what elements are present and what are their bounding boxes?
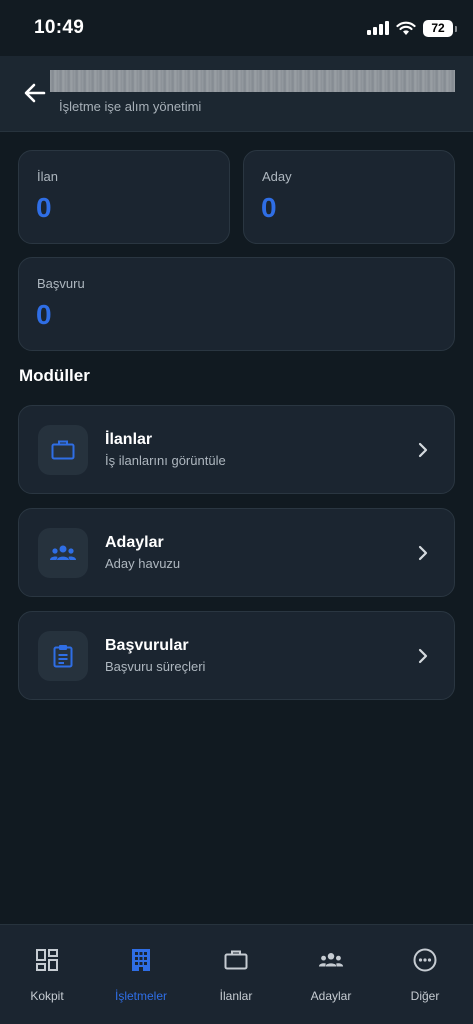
status-bar: 10:49 72 <box>0 0 473 56</box>
module-title: İlanlar <box>105 431 153 448</box>
stat-value: 0 <box>36 192 52 223</box>
stat-card-ilan: İlan 0 <box>18 150 230 244</box>
module-icon-box <box>38 631 88 681</box>
arrow-left-icon <box>24 83 46 103</box>
module-card-basvurular[interactable]: Başvurular Başvuru süreçleri <box>18 611 455 700</box>
clipboard-icon <box>53 645 73 668</box>
wifi-icon <box>396 21 416 35</box>
tab-kokpit[interactable]: Kokpit <box>0 925 94 1024</box>
stat-card-basvuru: Başvuru 0 <box>18 257 455 351</box>
stat-label: Başvuru <box>37 276 85 291</box>
page-header: İşletme işe alım yönetimi <box>0 56 473 132</box>
stat-value: 0 <box>261 192 277 223</box>
people-icon <box>318 953 344 967</box>
back-button[interactable] <box>20 78 50 108</box>
chevron-right-icon <box>418 442 428 458</box>
stat-card-aday: Aday 0 <box>243 150 455 244</box>
tab-icon-wrap <box>412 947 438 973</box>
status-icons: 72 <box>367 17 457 39</box>
status-time: 10:49 <box>34 17 85 38</box>
battery-indicator: 72 <box>423 19 457 37</box>
tab-label: İlanlar <box>219 989 253 1003</box>
tab-label: İşletmeler <box>114 989 167 1003</box>
chevron-right-icon <box>418 648 428 664</box>
module-subtitle: İş ilanlarını görüntüle <box>105 453 226 468</box>
tab-label: Adaylar <box>310 989 352 1003</box>
signal-icon <box>367 21 389 35</box>
redacted-title <box>50 70 455 92</box>
module-icon-box <box>38 528 88 578</box>
module-title: Adaylar <box>105 534 164 551</box>
stat-label: Aday <box>262 169 292 184</box>
module-subtitle: Başvuru süreçleri <box>105 659 206 674</box>
stat-label: İlan <box>37 169 58 184</box>
page-subtitle: İşletme işe alım yönetimi <box>59 99 202 114</box>
module-subtitle: Aday havuzu <box>105 556 181 571</box>
tab-diger[interactable]: Diğer <box>378 925 472 1024</box>
battery-level: 72 <box>431 21 445 35</box>
tab-ilanlar[interactable]: İlanlar <box>189 925 283 1024</box>
tab-adaylar[interactable]: Adaylar <box>284 925 378 1024</box>
tab-label: Diğer <box>410 989 440 1003</box>
dashboard-icon <box>36 949 58 971</box>
section-title-modules: Modüller <box>19 366 90 385</box>
briefcase-icon <box>51 440 75 460</box>
building-icon <box>132 949 150 971</box>
tab-isletmeler[interactable]: İşletmeler <box>94 925 188 1024</box>
stat-value: 0 <box>36 299 52 330</box>
tab-icon-wrap <box>34 947 60 973</box>
module-card-adaylar[interactable]: Adaylar Aday havuzu <box>18 508 455 597</box>
module-title: Başvurular <box>105 637 189 654</box>
more-icon <box>413 948 437 972</box>
people-icon <box>50 545 76 560</box>
bottom-tab-bar: Kokpit İşletmeler İlanlar Adaylar Diğer <box>0 924 473 1024</box>
tab-icon-wrap <box>318 947 344 973</box>
tab-label: Kokpit <box>30 989 64 1003</box>
chevron-right-icon <box>418 545 428 561</box>
module-card-ilanlar[interactable]: İlanlar İş ilanlarını görüntüle <box>18 405 455 494</box>
tab-icon-wrap <box>223 947 249 973</box>
briefcase-icon <box>224 950 248 970</box>
tab-icon-wrap <box>128 947 154 973</box>
module-icon-box <box>38 425 88 475</box>
